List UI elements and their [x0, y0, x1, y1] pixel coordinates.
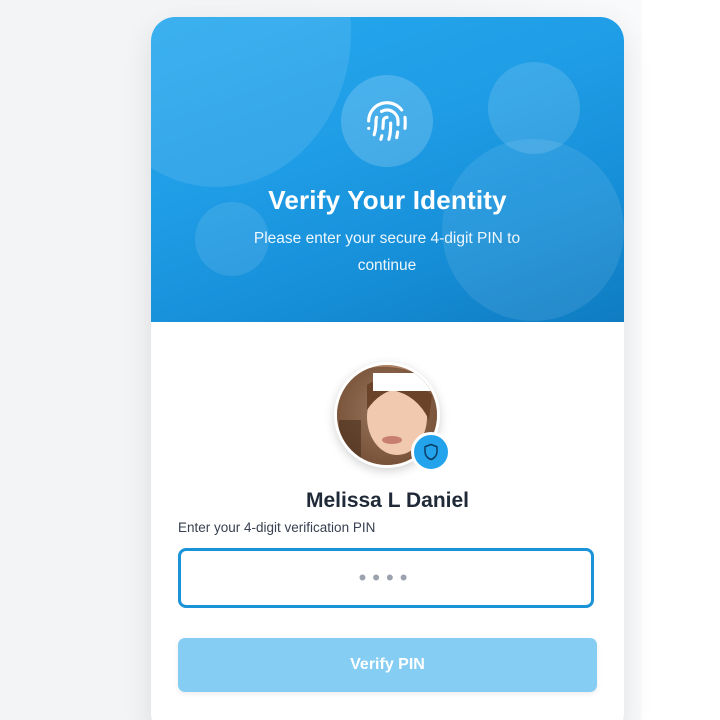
- pin-input[interactable]: [178, 548, 594, 608]
- page: Verify Your Identity Please enter your s…: [0, 0, 720, 720]
- page-subtitle: Please enter your secure 4-digit PIN to …: [253, 230, 521, 274]
- user-name: Melissa L Daniel: [305, 489, 470, 512]
- fingerprint-icon: [341, 75, 433, 167]
- verification-card: Verify Your Identity Please enter your s…: [151, 17, 624, 720]
- card-header: Verify Your Identity Please enter your s…: [151, 17, 624, 322]
- shield-icon: [411, 432, 451, 472]
- redaction-block: [373, 373, 433, 391]
- page-title: Verify Your Identity: [268, 185, 507, 215]
- verify-pin-button[interactable]: Verify PIN: [178, 638, 597, 692]
- pin-label: Enter your 4-digit verification PIN: [178, 520, 376, 535]
- user-avatar-group: [334, 362, 451, 472]
- decorative-bubble: [151, 17, 351, 187]
